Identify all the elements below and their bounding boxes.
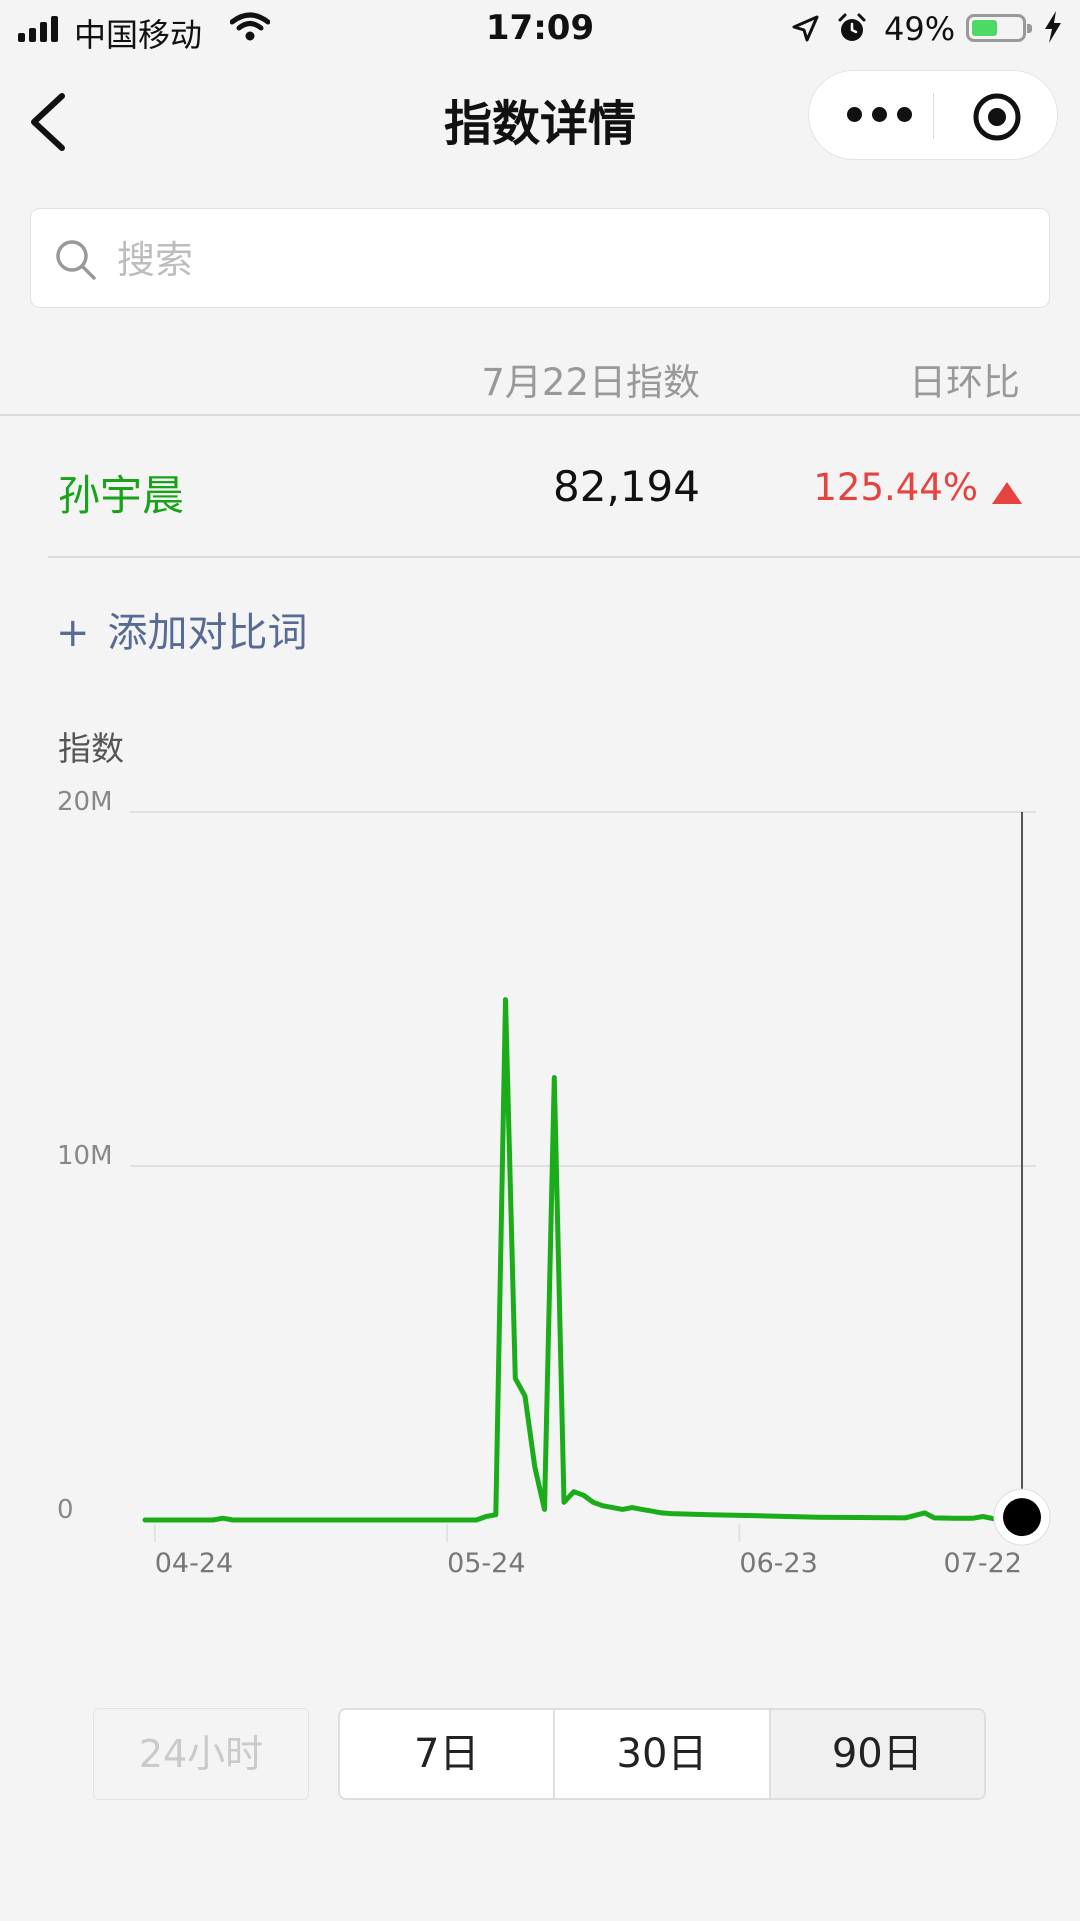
miniprogram-capsule xyxy=(808,70,1058,160)
add-compare-button[interactable]: + 添加对比词 xyxy=(56,600,308,658)
dot-icon xyxy=(897,107,912,122)
location-arrow-icon xyxy=(790,14,820,48)
divider xyxy=(0,414,1080,416)
chart-y-title: 指数 xyxy=(58,729,124,768)
search-bar xyxy=(30,208,1050,308)
status-bar: 中国移动 17:09 49% xyxy=(0,0,1080,60)
y-tick-label: 0 xyxy=(57,1495,74,1525)
day-ratio-header: 日环比 xyxy=(909,361,1020,404)
capsule-divider xyxy=(933,93,934,139)
x-tick-label: 06-23 xyxy=(739,1548,817,1579)
series-line xyxy=(142,997,1025,1523)
divider xyxy=(48,556,1080,558)
keyword-change-percent: 125.44% xyxy=(813,466,978,509)
more-menu-button[interactable] xyxy=(847,107,912,122)
range-24h-button[interactable]: 24小时 xyxy=(93,1708,309,1800)
dot-icon xyxy=(872,107,887,122)
range-90d-button[interactable]: 90日 xyxy=(770,1710,984,1798)
range-segmented-control: 7日 30日 90日 xyxy=(338,1708,986,1800)
search-icon xyxy=(53,237,99,287)
x-tick-label: 07-22 xyxy=(944,1548,1022,1579)
battery-percentage: 49% xyxy=(884,10,956,48)
cursor-marker-dot xyxy=(1003,1498,1041,1537)
search-input[interactable] xyxy=(115,227,1019,293)
date-index-header: 7月22日指数 xyxy=(481,361,700,404)
close-miniprogram-button[interactable] xyxy=(971,91,1023,147)
add-compare-label: 添加对比词 xyxy=(107,610,308,656)
dot-icon xyxy=(847,107,862,122)
range-30d-button[interactable]: 30日 xyxy=(555,1710,771,1798)
up-triangle-icon xyxy=(992,482,1022,504)
keyword-name[interactable]: 孙宇晨 xyxy=(58,462,184,523)
y-tick-label: 10M xyxy=(57,1141,113,1171)
charging-bolt-icon xyxy=(1042,10,1064,48)
battery-icon xyxy=(966,14,1032,42)
x-tick-label: 05-24 xyxy=(447,1548,525,1579)
plus-icon: + xyxy=(56,610,90,656)
keyword-index-value: 82,194 xyxy=(553,462,700,511)
range-7d-button[interactable]: 7日 xyxy=(340,1710,556,1798)
x-tick-label: 04-24 xyxy=(155,1548,233,1579)
target-circle-icon xyxy=(973,93,1021,141)
y-tick-label: 20M xyxy=(57,787,113,817)
index-line-chart[interactable]: 0 10M 20M 04-24 05-24 06-23 07-22 xyxy=(0,780,1080,1620)
alarm-clock-icon xyxy=(836,12,868,48)
